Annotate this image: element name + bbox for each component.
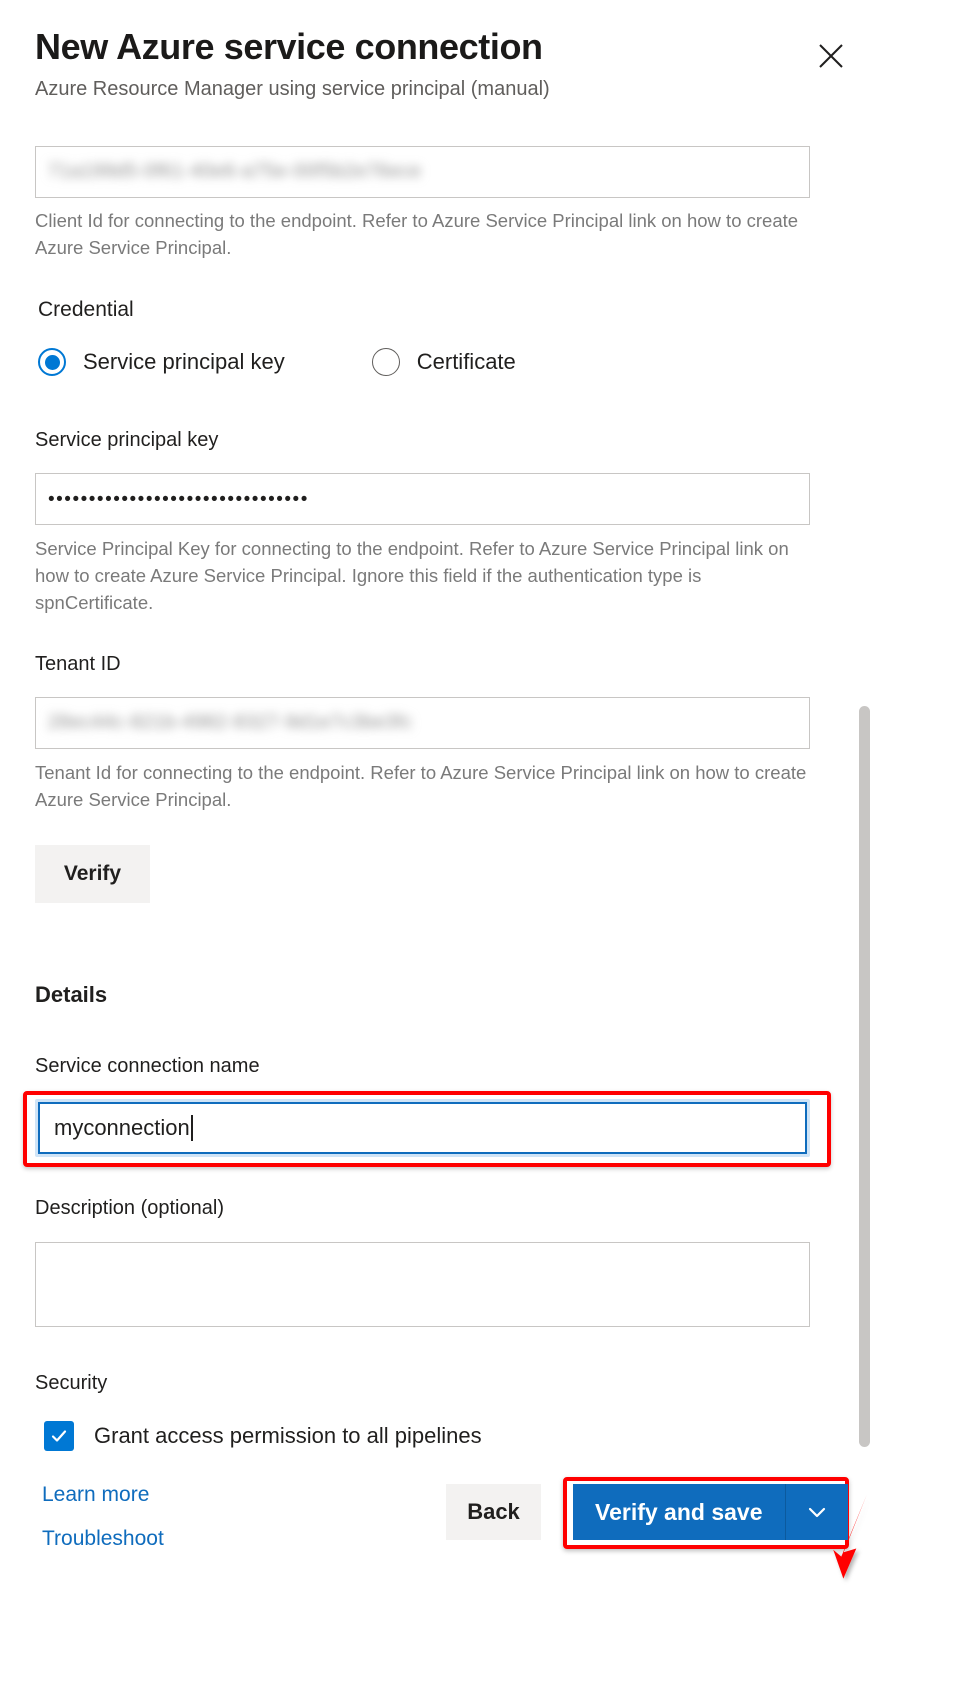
troubleshoot-link[interactable]: Troubleshoot bbox=[42, 1528, 164, 1549]
client-id-value: 71a199d5-0f61-40e6-a75e-00f5b2e76ece bbox=[48, 161, 422, 182]
page-title: New Azure service connection bbox=[35, 26, 543, 67]
dialog-subtitle: Azure Resource Manager using service pri… bbox=[35, 78, 550, 101]
service-connection-name-label: Service connection name bbox=[35, 1055, 260, 1077]
dialog-header: New Azure service connection Azure Resou… bbox=[35, 26, 918, 102]
service-principal-key-value: •••••••••••••••••••••••••••••••• bbox=[48, 488, 309, 510]
verify-and-save-split-button: Verify and save bbox=[573, 1484, 848, 1540]
scrollbar-track[interactable] bbox=[859, 0, 953, 1706]
details-heading: Details bbox=[35, 982, 108, 1007]
description-label: Description (optional) bbox=[35, 1197, 224, 1219]
footer-links: Learn more Troubleshoot bbox=[42, 1484, 164, 1549]
grant-access-label: Grant access permission to all pipelines bbox=[94, 1423, 482, 1448]
tenant-id-field[interactable]: 28ec44c-821b-4982-8327-9d1e7c3be3fc bbox=[35, 697, 810, 749]
service-connection-name-value: myconnection bbox=[54, 1115, 190, 1140]
back-button[interactable]: Back bbox=[446, 1484, 541, 1540]
check-icon[interactable] bbox=[44, 1421, 74, 1451]
learn-more-link[interactable]: Learn more bbox=[42, 1484, 164, 1505]
tenant-id-label: Tenant ID bbox=[35, 653, 121, 675]
service-connection-name-input[interactable]: myconnection bbox=[38, 1102, 807, 1154]
text-caret bbox=[190, 1115, 193, 1141]
radio-unselected-icon bbox=[371, 348, 400, 376]
chevron-down-icon[interactable] bbox=[785, 1484, 848, 1540]
verify-and-save-button[interactable]: Verify and save bbox=[573, 1484, 785, 1540]
client-id-hint: Client Id for connecting to the endpoint… bbox=[35, 210, 799, 258]
radio-service-principal-key-label: Service principal key bbox=[83, 349, 285, 374]
tenant-id-hint: Tenant Id for connecting to the endpoint… bbox=[35, 762, 807, 810]
scrollbar-thumb[interactable] bbox=[859, 706, 870, 1447]
description-input[interactable] bbox=[35, 1242, 810, 1327]
service-principal-key-hint: Service Principal Key for connecting to … bbox=[35, 538, 789, 613]
tenant-id-value: 28ec44c-821b-4982-8327-9d1e7c3be3fc bbox=[48, 712, 413, 733]
credential-heading: Credential bbox=[38, 298, 134, 321]
radio-certificate[interactable]: Certificate bbox=[371, 348, 516, 376]
verify-button[interactable]: Verify bbox=[35, 845, 150, 903]
radio-selected-icon bbox=[38, 348, 66, 376]
client-id-field[interactable]: 71a199d5-0f61-40e6-a75e-00f5b2e76ece bbox=[35, 146, 810, 198]
service-principal-key-label: Service principal key bbox=[35, 429, 219, 451]
grant-access-checkbox-row[interactable]: Grant access permission to all pipelines bbox=[44, 1421, 482, 1451]
credential-radio-group: Service principal key Certificate bbox=[38, 348, 516, 376]
radio-certificate-label: Certificate bbox=[416, 349, 516, 374]
close-icon[interactable] bbox=[809, 34, 853, 78]
radio-service-principal-key[interactable]: Service principal key bbox=[38, 348, 285, 376]
new-service-connection-dialog: New Azure service connection Azure Resou… bbox=[0, 0, 953, 1706]
service-principal-key-field[interactable]: •••••••••••••••••••••••••••••••• bbox=[35, 473, 810, 525]
security-heading: Security bbox=[35, 1372, 108, 1394]
